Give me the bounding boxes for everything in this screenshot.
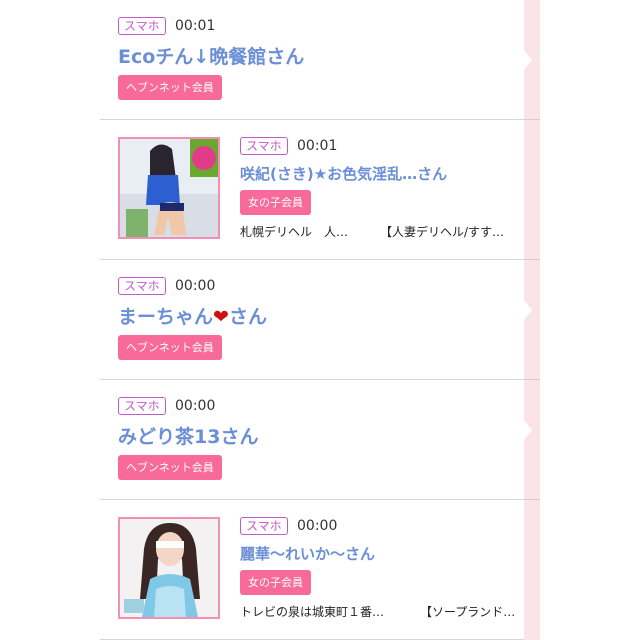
strip-divider [524,499,540,500]
user-name[interactable]: みどり茶13さん [118,422,258,449]
list-item[interactable]: スマホ 00:00 みどり茶13さん ヘブンネット会員 [100,380,524,500]
post-time: 00:01 [297,138,338,154]
profile-photo-icon [120,519,218,617]
member-type-button[interactable]: 女の子会員 [240,190,311,215]
user-name[interactable]: 麗華〜れいか〜さん [240,543,375,564]
profile-thumbnail[interactable] [118,137,220,239]
smartphone-badge: スマホ [240,517,288,535]
member-type-button[interactable]: 女の子会員 [240,570,311,595]
list-item[interactable]: スマホ 00:00 麗華〜れいか〜さん 女の子会員 トレビの泉は城東町１番… 【… [100,500,524,640]
shop-label[interactable]: 【人妻デリヘル/すす… [380,223,504,240]
user-name[interactable]: まーちゃん❤さん [118,302,267,329]
user-name-prefix: まーちゃん [118,306,214,328]
shop-label[interactable]: 【ソープランド… [420,603,515,620]
member-type-button[interactable]: ヘブンネット会員 [118,455,222,480]
smartphone-badge: スマホ [118,397,166,415]
heart-icon: ❤ [213,306,229,328]
user-name[interactable]: 咲紀(さき)★お色気淫乱…さん [240,163,447,184]
smartphone-badge: スマホ [118,17,166,35]
member-type-button[interactable]: ヘブンネット会員 [118,335,222,360]
strip-divider [524,119,540,120]
list-item[interactable]: スマホ 00:01 Ecoチん↓晩餐館さん ヘブンネット会員 [100,0,524,120]
list-item[interactable]: スマホ 00:00 まーちゃん❤さん ヘブンネット会員 [100,260,524,380]
post-time: 00:00 [175,398,216,414]
profile-thumbnail[interactable] [118,517,220,619]
strip-divider [524,259,540,260]
profile-photo-icon [120,139,218,237]
user-name[interactable]: Ecoチん↓晩餐館さん [118,42,304,69]
strip-notch [524,50,532,70]
post-time: 00:00 [175,278,216,294]
post-time: 00:00 [297,518,338,534]
list-item[interactable]: スマホ 00:01 咲紀(さき)★お色気淫乱…さん 女の子会員 札幌デリヘル 人… [100,120,524,260]
post-time: 00:01 [175,18,216,34]
strip-divider [524,379,540,380]
smartphone-badge: スマホ [118,277,166,295]
smartphone-badge: スマホ [240,137,288,155]
area-label[interactable]: トレビの泉は城東町１番… [240,603,384,620]
strip-notch [524,420,532,440]
member-type-button[interactable]: ヘブンネット会員 [118,75,222,100]
strip-notch [524,300,532,320]
area-label[interactable]: 札幌デリヘル 人… [240,223,348,240]
side-strip [524,0,540,640]
user-name-suffix: さん [228,306,267,328]
